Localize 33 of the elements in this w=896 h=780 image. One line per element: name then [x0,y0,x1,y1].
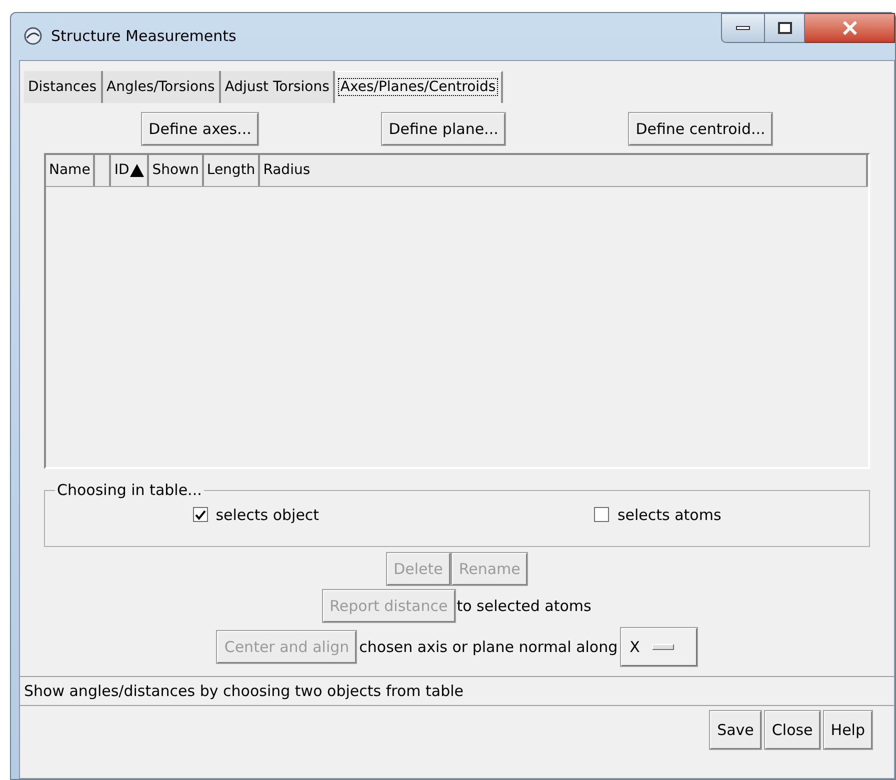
report-label: to selected atoms [456,596,592,617]
menu-indicator-icon [652,644,674,650]
column-header[interactable]: Shown [149,155,204,186]
column-header[interactable]: Name [46,155,96,186]
column-header[interactable]: Radius [260,155,868,186]
app-icon [23,26,43,46]
define-button[interactable]: Define centroid... [628,113,772,145]
status-text: Show angles/distances by choosing two objects from table [24,680,464,702]
footer-button[interactable]: Save [710,711,761,749]
checkbox[interactable] [594,507,610,522]
checkbox-label: selects object [216,504,320,526]
check-icon [194,510,206,520]
close-button[interactable] [805,13,895,43]
window-title: Structure Measurements [51,26,236,47]
tab[interactable]: Axes/Planes/Centroids [335,71,503,103]
center-label: chosen axis or plane normal along [359,636,618,658]
sort-icon [130,164,144,177]
column-header[interactable]: Length [204,155,260,186]
group-title: Choosing in table... [56,480,203,501]
tab[interactable]: Angles/Torsions [102,71,221,103]
checkbox-label: selects atoms [617,504,722,526]
checkbox[interactable] [192,507,208,522]
tab[interactable]: Adjust Torsions [220,71,336,103]
footer-button[interactable]: Close [764,711,820,749]
axis-menu[interactable]: X [620,628,697,666]
define-button[interactable]: Define plane... [382,113,506,145]
column-header[interactable]: ID [111,155,150,186]
minimize-button[interactable] [721,13,765,43]
maximize-button[interactable] [765,13,805,43]
footer-button[interactable]: Help [824,711,872,749]
close-icon [842,21,858,35]
define-button[interactable]: Define axes... [142,113,258,145]
tab[interactable]: Distances [24,71,103,103]
